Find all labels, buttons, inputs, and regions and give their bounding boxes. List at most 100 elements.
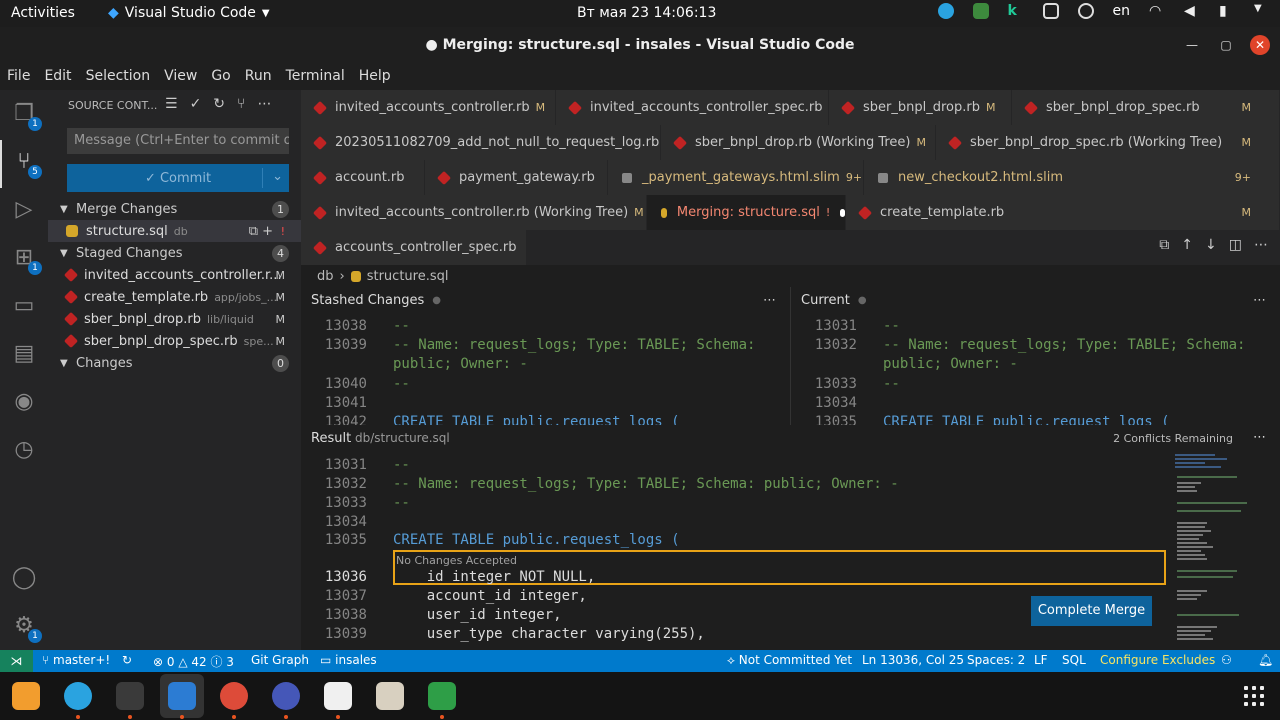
clock[interactable]: Вт мая 23 14:06:13 bbox=[577, 5, 716, 21]
live-share-icon[interactable]: ⚇ bbox=[1221, 653, 1232, 667]
tab-sber-bnpl-drop[interactable]: sber_bnpl_drop.rb M bbox=[829, 90, 1012, 125]
tab-merging-structure-sql[interactable]: Merging: structure.sql! bbox=[647, 195, 846, 230]
merge-changes-section[interactable]: ▼ Merge Changes 1 bbox=[48, 198, 301, 220]
more-actions-icon[interactable]: ⋯ bbox=[1253, 293, 1266, 308]
conflicts-remaining[interactable]: 2 Conflicts Remaining bbox=[1113, 432, 1233, 445]
view-as-tree-icon[interactable]: ☰ bbox=[165, 96, 178, 112]
arrow-up-icon[interactable]: ↑ bbox=[1181, 237, 1193, 253]
changes-section[interactable]: ▼ Changes 0 bbox=[48, 352, 301, 374]
unsaved-dot-icon[interactable] bbox=[840, 208, 845, 217]
clock-app-icon[interactable] bbox=[272, 682, 300, 710]
volume-icon[interactable]: ◀ bbox=[1184, 3, 1200, 19]
menu-help[interactable]: Help bbox=[352, 63, 398, 90]
show-apps-icon[interactable] bbox=[1244, 686, 1264, 706]
tab-new-checkout2-slim[interactable]: new_checkout2.html.slim 9+ bbox=[864, 160, 1280, 195]
wifi-icon[interactable]: ◠ bbox=[1149, 3, 1165, 19]
result-editor[interactable]: 13031 -- 13032 -- Name: request_logs; Ty… bbox=[301, 450, 1280, 650]
tab-create-template[interactable]: create_template.rb M bbox=[846, 195, 1280, 230]
tab-sber-bnpl-drop-spec-working-tree[interactable]: sber_bnpl_drop_spec.rb (Working Tree) M bbox=[936, 125, 1280, 160]
minimize-icon[interactable]: — bbox=[1182, 35, 1202, 55]
account-icon[interactable]: ◯ bbox=[10, 564, 38, 592]
extensions-icon[interactable]: ⊞ 1 bbox=[10, 244, 42, 275]
run-debug-icon[interactable]: ▷ bbox=[10, 196, 38, 224]
menu-selection[interactable]: Selection bbox=[79, 63, 158, 90]
close-icon[interactable]: ✕ bbox=[1250, 35, 1270, 55]
check-icon[interactable]: ✓ bbox=[190, 96, 202, 112]
cursor-position[interactable]: Ln 13036, Col 25 bbox=[862, 653, 964, 667]
refresh-icon[interactable]: ↻ bbox=[213, 96, 225, 112]
tab-invited-accounts-controller-spec[interactable]: invited_accounts_controller_spec.rb bbox=[556, 90, 829, 125]
open-file-icon[interactable]: ⧉ + bbox=[249, 224, 273, 239]
tab-migration[interactable]: 20230511082709_add_not_null_to_request_l… bbox=[301, 125, 661, 160]
source-control-icon[interactable]: ⑂ 5 bbox=[10, 148, 42, 179]
explorer-icon[interactable]: ❐ 1 bbox=[10, 100, 42, 131]
commit-button[interactable]: ✓ Commit ⌄ bbox=[67, 164, 289, 192]
list-item[interactable]: sber_bnpl_drop.rb lib/liquid M bbox=[48, 308, 301, 330]
git-graph-button[interactable]: Git Graph bbox=[251, 653, 309, 667]
language-mode[interactable]: SQL bbox=[1062, 653, 1086, 667]
menu-terminal[interactable]: Terminal bbox=[279, 63, 352, 90]
language-indicator[interactable]: en bbox=[1113, 3, 1131, 19]
gitlens-icon[interactable]: ◉ bbox=[10, 388, 38, 416]
sync-icon[interactable]: ↻ bbox=[122, 653, 132, 667]
telegram-icon[interactable] bbox=[64, 682, 92, 710]
p-tray-icon[interactable] bbox=[1042, 3, 1059, 19]
tab-payment-gateways-slim[interactable]: _payment_gateways.html.slim 9+ bbox=[608, 160, 864, 195]
maximize-icon[interactable]: ▢ bbox=[1216, 35, 1236, 55]
more-actions-icon[interactable]: ⋯ bbox=[763, 293, 776, 308]
vpn-tray-icon[interactable] bbox=[1077, 3, 1094, 19]
tab-account[interactable]: account.rb bbox=[301, 160, 425, 195]
staged-changes-section[interactable]: ▼ Staged Changes 4 bbox=[48, 242, 301, 264]
folder-icon[interactable]: ▤ bbox=[10, 340, 38, 368]
terminal-icon[interactable] bbox=[116, 682, 144, 710]
indentation[interactable]: Spaces: 2 bbox=[967, 653, 1025, 667]
list-item[interactable]: create_template.rb app/jobs_... M bbox=[48, 286, 301, 308]
battery-icon[interactable]: ▮ bbox=[1219, 3, 1235, 19]
tab-invited-accounts-controller[interactable]: invited_accounts_controller.rb M bbox=[301, 90, 556, 125]
menu-file[interactable]: File bbox=[0, 63, 37, 90]
menu-run[interactable]: Run bbox=[238, 63, 279, 90]
telegram-tray-icon[interactable] bbox=[937, 3, 954, 19]
list-item[interactable]: structure.sql db ⧉ + ! bbox=[48, 220, 301, 242]
branch-icon[interactable]: ⑂ bbox=[237, 96, 245, 112]
remote-explorer-icon[interactable]: ▭ bbox=[10, 292, 38, 320]
problems-status[interactable]: ⊗ 0 △ 42 ⓘ 3 bbox=[153, 653, 234, 670]
app-menu[interactable]: ◆ Visual Studio Code ▼ bbox=[108, 5, 270, 21]
breadcrumb-file[interactable]: structure.sql bbox=[367, 269, 449, 284]
more-actions-icon[interactable]: ⋯ bbox=[1253, 430, 1266, 445]
bell-icon[interactable]: 🔔︎ bbox=[1258, 653, 1273, 667]
more-actions-icon[interactable]: ⋯ bbox=[257, 96, 271, 112]
commit-message-input[interactable]: Message (Ctrl+Enter to commit o... bbox=[67, 128, 289, 154]
tab-sber-bnpl-drop-spec[interactable]: sber_bnpl_drop_spec.rb M bbox=[1012, 90, 1280, 125]
k-tray-icon[interactable]: k bbox=[1008, 3, 1024, 19]
minimap[interactable] bbox=[1173, 450, 1273, 650]
list-item[interactable]: invited_accounts_controller.r... M bbox=[48, 264, 301, 286]
arrow-down-icon[interactable]: ↓ bbox=[1205, 237, 1217, 253]
complete-merge-button[interactable]: Complete Merge bbox=[1031, 596, 1152, 626]
timeline-icon[interactable]: ◷ bbox=[10, 436, 38, 464]
tab-sber-bnpl-drop-working-tree[interactable]: sber_bnpl_drop.rb (Working Tree) M bbox=[661, 125, 936, 160]
shield-tray-icon[interactable] bbox=[972, 3, 989, 19]
folder-status[interactable]: ▭ insales bbox=[320, 653, 377, 667]
tab-payment-gateway[interactable]: payment_gateway.rb bbox=[425, 160, 608, 195]
tab-invited-accounts-controller-working-tree[interactable]: invited_accounts_controller.rb (Working … bbox=[301, 195, 647, 230]
menu-edit[interactable]: Edit bbox=[37, 63, 78, 90]
file-manager-icon[interactable] bbox=[376, 682, 404, 710]
gear-icon[interactable]: ⚙ 1 bbox=[10, 612, 42, 643]
tab-accounts-controller-spec[interactable]: accounts_controller_spec.rb bbox=[301, 230, 527, 265]
breadcrumb-folder[interactable]: db bbox=[317, 269, 334, 284]
menu-view[interactable]: View bbox=[157, 63, 204, 90]
eol-status[interactable]: LF bbox=[1034, 653, 1048, 667]
activities-button[interactable]: Activities bbox=[11, 5, 75, 21]
commit-state[interactable]: ⟡ Not Committed Yet bbox=[727, 653, 852, 668]
remote-icon[interactable]: ⋊ bbox=[0, 650, 33, 672]
menu-go[interactable]: Go bbox=[204, 63, 237, 90]
split-editor-icon[interactable]: ◫ bbox=[1229, 237, 1242, 253]
branch-status[interactable]: ⑂ master+! bbox=[42, 653, 110, 667]
more-actions-icon[interactable]: ⋯ bbox=[1254, 237, 1268, 253]
chevron-down-icon[interactable]: ⌄ bbox=[272, 169, 283, 184]
power-menu-icon[interactable]: ▼ bbox=[1254, 3, 1270, 19]
open-file-icon[interactable]: ⧉ bbox=[1159, 237, 1169, 253]
chrome-icon[interactable] bbox=[220, 682, 248, 710]
configure-excludes[interactable]: Configure Excludes bbox=[1100, 653, 1215, 667]
